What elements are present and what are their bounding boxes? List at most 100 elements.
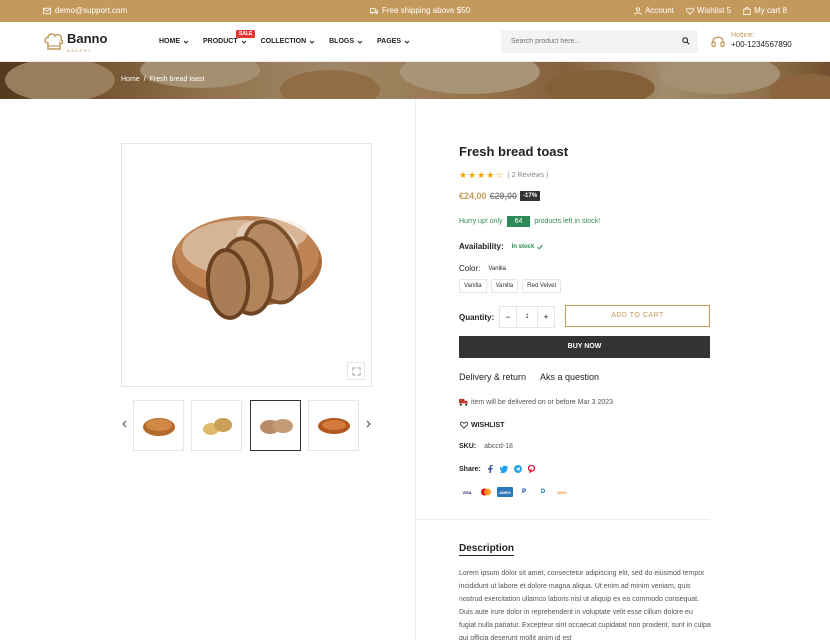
variant-option[interactable]: Red Velvet xyxy=(522,279,562,293)
thumbnail-carousel xyxy=(121,400,372,451)
quantity-label: Quantity: xyxy=(459,312,495,322)
quantity-input[interactable]: 1 xyxy=(516,307,538,327)
bread-image xyxy=(172,216,322,320)
chevron-down-icon xyxy=(241,40,246,44)
main-header: Banno BAKERY HOME PRODUCT SALE COLLECTIO… xyxy=(0,22,830,62)
croissant-image xyxy=(142,417,175,436)
chevron-down-icon xyxy=(183,40,189,44)
truck-icon xyxy=(370,7,378,14)
reviews-count[interactable]: ( 2 Reviews ) xyxy=(507,172,548,179)
delivery-info: item will be delivered on or before Mar … xyxy=(459,398,613,406)
color-value: Vanilla xyxy=(488,265,506,272)
description-body: Lorem ipsum dolor sit amet, consectetur … xyxy=(459,570,711,640)
tab-ask-question[interactable]: Aks a question xyxy=(540,372,599,382)
breadcrumb-home[interactable]: Home xyxy=(121,76,140,83)
account-link[interactable]: Account xyxy=(634,6,674,15)
share-row: Share: xyxy=(459,465,535,473)
discover-icon: DISC xyxy=(557,489,567,495)
price-row: €24,00 €29,00 -17% xyxy=(459,191,541,201)
section-divider xyxy=(415,519,710,520)
sale-badge: SALE xyxy=(236,30,256,38)
tab-delivery-return[interactable]: Delivery & return xyxy=(459,372,526,382)
nav-home[interactable]: HOME xyxy=(159,38,189,45)
stock-notice: Hurry up! only 64 products left in stock… xyxy=(459,216,600,227)
diners-icon: D xyxy=(540,489,546,495)
nav-blogs[interactable]: BLOGS xyxy=(329,38,363,45)
sku-label: SKU: xyxy=(459,443,477,450)
hotline-label: Hotline: xyxy=(731,32,755,39)
add-to-cart-button[interactable]: ADD TO CART xyxy=(565,305,710,327)
nav-product[interactable]: PRODUCT SALE xyxy=(203,30,256,45)
nav-home-label: HOME xyxy=(159,38,180,45)
thumb-prev-arrow[interactable] xyxy=(121,420,127,431)
facebook-icon[interactable] xyxy=(487,465,494,473)
amex-icon: AMEX xyxy=(497,487,513,497)
variant-option[interactable]: Vanilla xyxy=(490,279,519,293)
cookies-image xyxy=(202,417,232,435)
check-icon xyxy=(537,244,544,250)
star-icon: ★ xyxy=(477,170,486,180)
chevron-down-icon xyxy=(357,40,363,44)
info-tabs: Delivery & return Aks a question xyxy=(459,372,599,382)
telegram-icon[interactable] xyxy=(513,465,522,473)
variant-options: Vanilla Vanilla Red Velvet xyxy=(459,279,562,293)
color-label: Color: xyxy=(459,264,481,273)
wishlist-text: WISHLIST xyxy=(471,421,505,429)
price-original: €29,00 xyxy=(489,191,518,201)
logo[interactable]: Banno BAKERY xyxy=(44,30,107,53)
increase-quantity-button[interactable]: + xyxy=(538,307,554,327)
nav-collection[interactable]: COLLECTION xyxy=(261,38,316,45)
headphones-icon xyxy=(711,36,725,47)
buy-now-button[interactable]: BUY NOW xyxy=(459,336,710,358)
email-text: demo@support.com xyxy=(55,6,128,15)
price-current: €24,00 xyxy=(459,191,487,201)
cart-link[interactable]: My cart 8 xyxy=(743,6,787,15)
add-to-wishlist-button[interactable]: WISHLIST xyxy=(460,421,504,429)
product-title: Fresh bread toast xyxy=(459,144,569,159)
discount-badge: -17% xyxy=(520,191,541,201)
thumbnail-4[interactable] xyxy=(308,400,359,451)
stock-count: 64 xyxy=(506,216,531,227)
thumbnail-3[interactable] xyxy=(250,400,301,451)
product-main-image[interactable] xyxy=(121,143,372,387)
hotline-number: +00-1234567890 xyxy=(731,40,792,49)
mastercard-icon xyxy=(478,487,494,497)
cart-label: My cart 8 xyxy=(754,6,787,15)
expand-icon xyxy=(351,366,361,376)
paypal-icon: P xyxy=(521,489,526,495)
nav-pages-label: PAGES xyxy=(377,38,402,45)
hotline[interactable]: Hotline: +00-1234567890 xyxy=(711,32,792,49)
main-nav: HOME PRODUCT SALE COLLECTION BLOGS PAGES xyxy=(159,30,410,45)
description-title[interactable]: Description xyxy=(459,543,515,556)
pinterest-icon[interactable] xyxy=(527,465,535,473)
thumbnail-1[interactable] xyxy=(133,400,184,451)
delivery-truck-icon xyxy=(459,398,468,406)
breadcrumb-separator: / xyxy=(143,76,146,83)
variant-option[interactable]: Vanilla xyxy=(459,279,487,293)
search-icon[interactable] xyxy=(682,37,690,45)
twitter-icon[interactable] xyxy=(499,465,508,473)
decrease-quantity-button[interactable]: − xyxy=(500,307,516,327)
product-rating[interactable]: ★ ★ ★ ★ ☆ ( 2 Reviews ) xyxy=(459,170,548,181)
breadcrumb-current: Fresh bread toast xyxy=(149,76,205,83)
support-email[interactable]: demo@support.com xyxy=(43,6,127,15)
availability-value: In stock xyxy=(511,243,535,250)
nav-product-label: PRODUCT xyxy=(203,38,238,45)
chevron-down-icon xyxy=(309,40,315,44)
account-label: Account xyxy=(644,6,674,15)
wishlist-link[interactable]: Wishlist 5 xyxy=(685,6,732,15)
breadcrumb: Home / Fresh bread toast xyxy=(121,76,205,83)
thumb-next-arrow[interactable] xyxy=(366,420,372,431)
search-input[interactable] xyxy=(501,30,661,53)
availability-label: Availability: xyxy=(459,242,504,251)
stock-prefix: Hurry up! only xyxy=(459,218,503,225)
star-icon: ★ xyxy=(468,170,477,180)
expand-image-button[interactable] xyxy=(347,362,365,380)
wishlist-label: Wishlist 5 xyxy=(696,6,732,15)
mastercard-logo xyxy=(481,488,491,496)
column-divider xyxy=(415,99,416,640)
croissant-image xyxy=(317,417,350,434)
thumbnail-2[interactable] xyxy=(191,400,242,451)
chevron-down-icon xyxy=(404,40,410,44)
nav-pages[interactable]: PAGES xyxy=(377,38,410,45)
